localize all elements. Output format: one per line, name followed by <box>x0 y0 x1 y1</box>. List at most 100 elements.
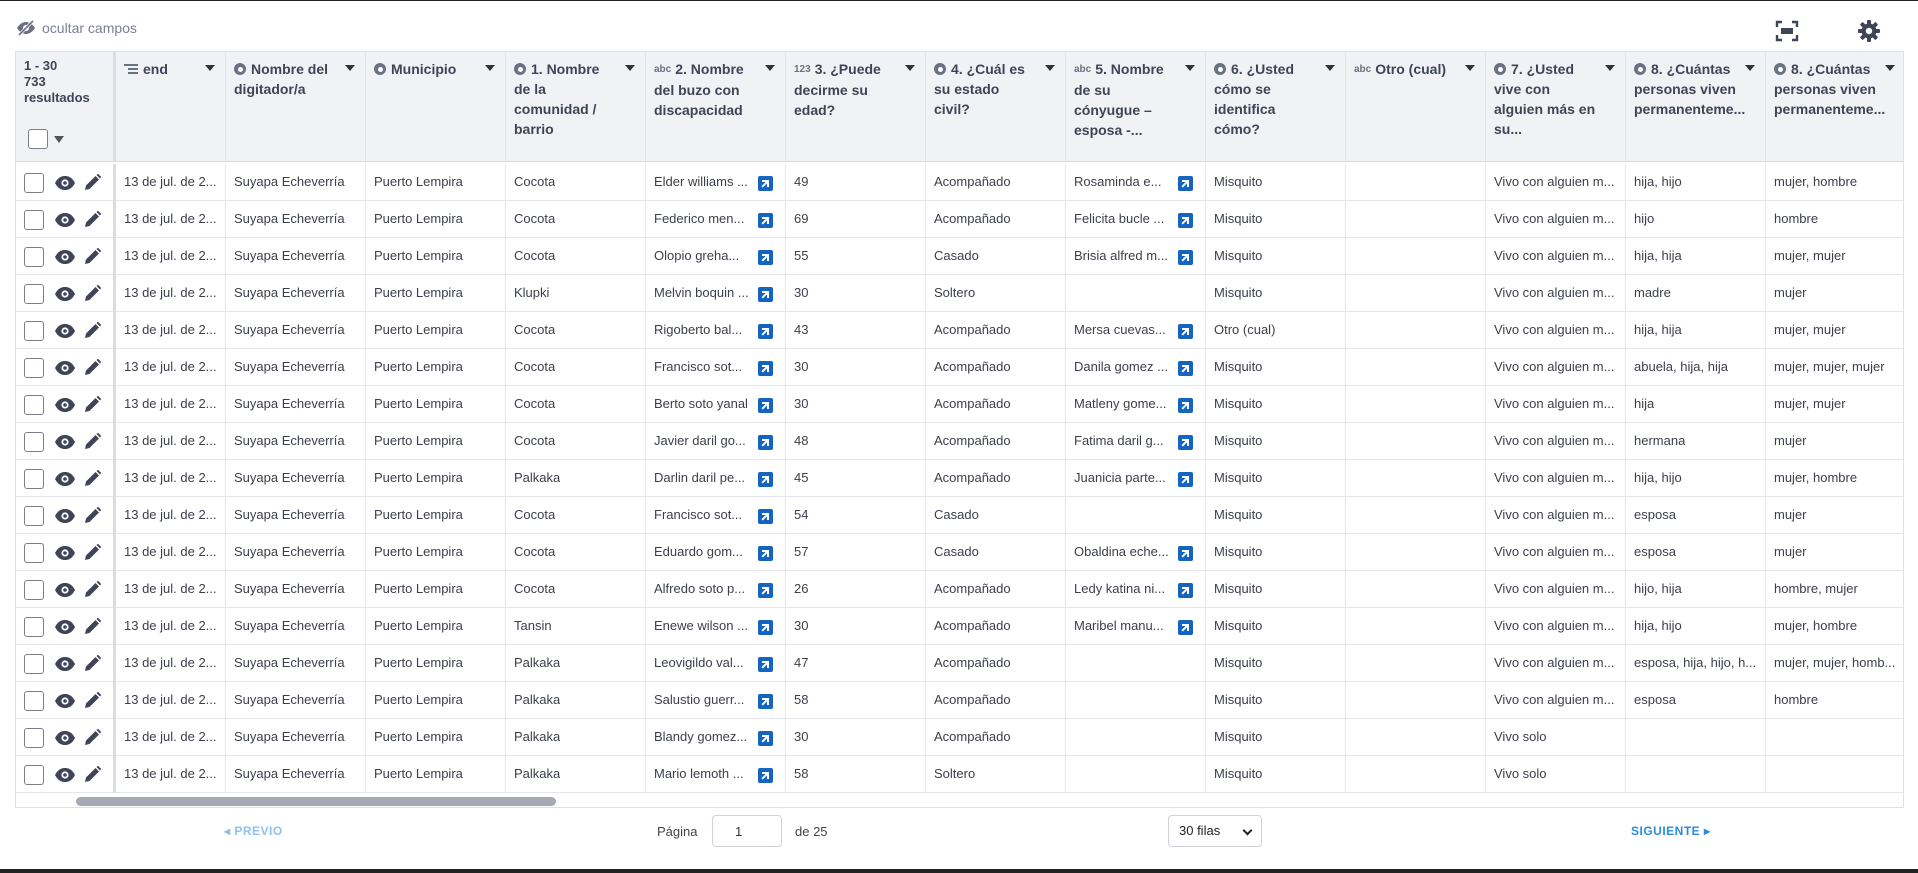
external-link-icon[interactable] <box>1178 250 1193 265</box>
external-link-icon[interactable] <box>1178 176 1193 191</box>
row-checkbox[interactable] <box>24 358 44 378</box>
external-link-icon[interactable] <box>1178 583 1193 598</box>
external-link-icon[interactable] <box>758 546 773 561</box>
column-header[interactable]: end <box>116 52 226 162</box>
prev-page-button[interactable]: ◂ PREVIO <box>224 824 283 838</box>
edit-button[interactable] <box>82 173 102 193</box>
column-header[interactable]: Nombre del digitador/a <box>226 52 366 162</box>
row-checkbox[interactable] <box>24 321 44 341</box>
external-link-icon[interactable] <box>1178 435 1193 450</box>
view-button[interactable] <box>54 580 76 600</box>
external-link-icon[interactable] <box>1178 213 1193 228</box>
view-button[interactable] <box>54 765 76 785</box>
edit-button[interactable] <box>82 358 102 378</box>
external-link-icon[interactable] <box>1178 546 1193 561</box>
view-button[interactable] <box>54 469 76 489</box>
external-link-icon[interactable] <box>1178 620 1193 635</box>
settings-button[interactable] <box>1856 18 1882 44</box>
view-button[interactable] <box>54 506 76 526</box>
external-link-icon[interactable] <box>758 731 773 746</box>
edit-button[interactable] <box>82 210 102 230</box>
column-menu-caret[interactable] <box>1605 65 1615 71</box>
column-menu-caret[interactable] <box>905 65 915 71</box>
column-header[interactable]: 4. ¿Cuál es su estado civil? <box>926 52 1066 162</box>
external-link-icon[interactable] <box>758 324 773 339</box>
edit-button[interactable] <box>82 617 102 637</box>
external-link-icon[interactable] <box>758 657 773 672</box>
column-menu-caret[interactable] <box>1045 65 1055 71</box>
next-page-button[interactable]: SIGUIENTE ▸ <box>1631 824 1711 838</box>
column-header[interactable]: abc 5. Nombre de su cónyugue – esposa -..… <box>1066 52 1206 162</box>
select-all-checkbox[interactable] <box>28 129 48 149</box>
external-link-icon[interactable] <box>1178 361 1193 376</box>
column-header[interactable]: abc Otro (cual) <box>1346 52 1486 162</box>
row-checkbox[interactable] <box>24 728 44 748</box>
external-link-icon[interactable] <box>758 287 773 302</box>
row-checkbox[interactable] <box>24 284 44 304</box>
external-link-icon[interactable] <box>758 509 773 524</box>
page-number-input[interactable] <box>712 815 782 847</box>
column-menu-caret[interactable] <box>345 65 355 71</box>
view-button[interactable] <box>54 543 76 563</box>
edit-button[interactable] <box>82 395 102 415</box>
edit-button[interactable] <box>82 543 102 563</box>
column-menu-caret[interactable] <box>1465 65 1475 71</box>
rows-per-page-select[interactable]: 30 filas <box>1168 815 1262 847</box>
column-menu-caret[interactable] <box>1185 65 1195 71</box>
horizontal-scrollbar[interactable] <box>76 797 556 806</box>
view-button[interactable] <box>54 247 76 267</box>
row-checkbox[interactable] <box>24 580 44 600</box>
external-link-icon[interactable] <box>758 398 773 413</box>
column-header[interactable]: abc 2. Nombre del buzo con discapacidad <box>646 52 786 162</box>
column-menu-caret[interactable] <box>1885 65 1895 71</box>
column-menu-caret[interactable] <box>765 65 775 71</box>
column-menu-caret[interactable] <box>485 65 495 71</box>
view-button[interactable] <box>54 691 76 711</box>
column-header[interactable]: 1. Nombre de la comunidad / barrio <box>506 52 646 162</box>
row-checkbox[interactable] <box>24 765 44 785</box>
external-link-icon[interactable] <box>758 361 773 376</box>
external-link-icon[interactable] <box>1178 472 1193 487</box>
row-checkbox[interactable] <box>24 247 44 267</box>
column-header[interactable]: 8. ¿Cuántas personas viven permanenteme.… <box>1766 52 1903 162</box>
view-button[interactable] <box>54 321 76 341</box>
view-button[interactable] <box>54 395 76 415</box>
external-link-icon[interactable] <box>758 583 773 598</box>
row-checkbox[interactable] <box>24 543 44 563</box>
edit-button[interactable] <box>82 321 102 341</box>
view-button[interactable] <box>54 284 76 304</box>
edit-button[interactable] <box>82 432 102 452</box>
edit-button[interactable] <box>82 765 102 785</box>
edit-button[interactable] <box>82 728 102 748</box>
edit-button[interactable] <box>82 654 102 674</box>
row-checkbox[interactable] <box>24 654 44 674</box>
edit-button[interactable] <box>82 247 102 267</box>
column-header[interactable]: 123 3. ¿Puede decirme su edad? <box>786 52 926 162</box>
view-button[interactable] <box>54 617 76 637</box>
row-checkbox[interactable] <box>24 210 44 230</box>
external-link-icon[interactable] <box>758 620 773 635</box>
hide-fields-button[interactable]: ocultar campos <box>16 20 137 36</box>
external-link-icon[interactable] <box>758 435 773 450</box>
row-checkbox[interactable] <box>24 432 44 452</box>
view-button[interactable] <box>54 432 76 452</box>
edit-button[interactable] <box>82 580 102 600</box>
view-button[interactable] <box>54 210 76 230</box>
view-button[interactable] <box>54 358 76 378</box>
view-button[interactable] <box>54 728 76 748</box>
external-link-icon[interactable] <box>758 250 773 265</box>
column-menu-caret[interactable] <box>205 65 215 71</box>
column-header[interactable]: 6. ¿Usted cómo se identifica cómo? <box>1206 52 1346 162</box>
select-all-caret[interactable] <box>54 136 64 143</box>
external-link-icon[interactable] <box>758 472 773 487</box>
external-link-icon[interactable] <box>758 213 773 228</box>
row-checkbox[interactable] <box>24 617 44 637</box>
row-checkbox[interactable] <box>24 173 44 193</box>
column-header[interactable]: 8. ¿Cuántas personas viven permanenteme.… <box>1626 52 1766 162</box>
external-link-icon[interactable] <box>758 176 773 191</box>
column-header[interactable]: 7. ¿Usted vive con alguien más en su... <box>1486 52 1626 162</box>
column-menu-caret[interactable] <box>1745 65 1755 71</box>
external-link-icon[interactable] <box>1178 324 1193 339</box>
column-header[interactable]: Municipio <box>366 52 506 162</box>
external-link-icon[interactable] <box>1178 398 1193 413</box>
